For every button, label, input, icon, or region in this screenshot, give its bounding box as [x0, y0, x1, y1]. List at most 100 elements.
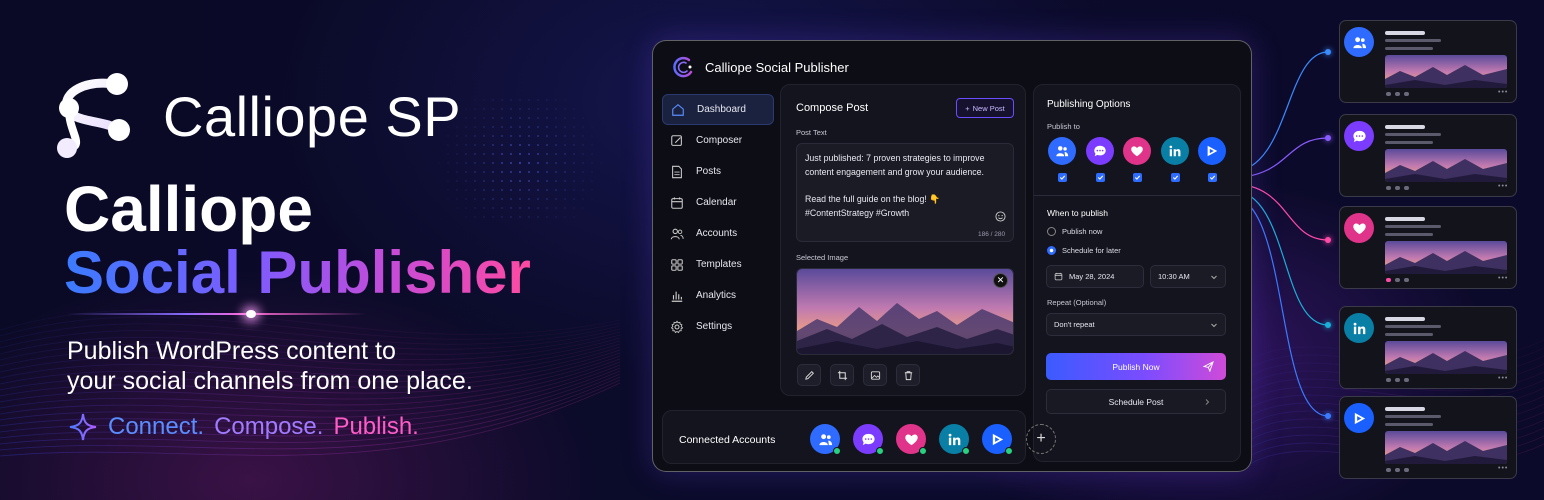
dot-pattern	[546, 198, 548, 200]
heart-icon	[1352, 222, 1366, 234]
connected-account-linkedin[interactable]	[939, 424, 970, 455]
network-toggle-linkedin[interactable]	[1160, 137, 1189, 165]
network-toggle-groups[interactable]	[1048, 137, 1076, 165]
calendar-icon	[1054, 272, 1063, 281]
dot-pattern	[510, 108, 512, 110]
schedule-post-button[interactable]: Schedule Post	[1046, 389, 1226, 414]
dot-pattern	[528, 198, 530, 200]
dot-pattern	[492, 135, 494, 137]
sidebar-item-analytics[interactable]: Analytics	[662, 280, 774, 311]
network-checkbox-groups[interactable]	[1058, 173, 1067, 182]
preview-card-text-line	[1385, 217, 1425, 221]
chevron-down-icon	[1211, 323, 1217, 327]
crop-image-button[interactable]	[830, 364, 854, 386]
publish-now-radio[interactable]: Publish now	[1047, 227, 1102, 236]
slogan-publish: Publish.	[333, 413, 419, 440]
repeat-select[interactable]: Don't repeat	[1046, 313, 1226, 336]
selected-image[interactable]	[796, 268, 1014, 355]
sidebar-item-accounts[interactable]: Accounts	[662, 218, 774, 249]
preview-card-network-badge	[1344, 213, 1374, 243]
dot-pattern	[537, 162, 539, 164]
dot-pattern	[564, 99, 566, 101]
emoji-icon[interactable]	[995, 211, 1006, 222]
dot-pattern	[528, 99, 530, 101]
network-checkbox-messenger[interactable]	[1095, 173, 1105, 182]
post-text-line: Just published: 7 proven strategies to i…	[805, 153, 985, 163]
sidebar-item-calendar[interactable]: Calendar	[662, 187, 774, 218]
dot-pattern	[465, 162, 467, 164]
network-checkbox-favorites[interactable]	[1133, 173, 1142, 182]
sidebar-item-settings[interactable]: Settings	[662, 311, 774, 342]
dot-pattern	[582, 117, 584, 119]
network-checkbox-linkedin[interactable]	[1170, 173, 1180, 182]
reaction-icon	[1404, 186, 1409, 190]
grid-icon	[671, 258, 683, 271]
dot-pattern	[492, 126, 494, 128]
delete-image-button[interactable]	[896, 364, 920, 386]
preview-card-text-line	[1385, 325, 1441, 328]
publish-now-button[interactable]: Publish Now	[1046, 353, 1226, 380]
send-icon	[1203, 361, 1214, 372]
connected-account-play[interactable]	[982, 424, 1013, 455]
connected-account-heart[interactable]	[896, 424, 927, 455]
connector-node	[1325, 135, 1331, 141]
dot-pattern	[573, 117, 575, 119]
remove-image-button[interactable]: ✕	[993, 273, 1008, 288]
dot-pattern	[527, 161, 531, 165]
dot-pattern	[501, 162, 503, 164]
sidebar-item-composer[interactable]: Composer	[662, 125, 774, 156]
preview-card: •••	[1339, 20, 1517, 103]
connected-account-users[interactable]	[810, 424, 841, 455]
dot-pattern	[519, 99, 521, 101]
dot-pattern	[483, 180, 485, 182]
crop-icon	[837, 370, 847, 380]
network-toggle-video[interactable]	[1198, 137, 1226, 165]
dot-pattern	[492, 153, 494, 155]
network-checkbox-video[interactable]	[1208, 173, 1217, 182]
sidebar-item-posts[interactable]: Posts	[662, 156, 774, 187]
dot-pattern	[573, 180, 575, 182]
post-text-line: #ContentStrategy #Growth	[805, 208, 910, 218]
dot-pattern	[582, 126, 584, 128]
add-account-button[interactable]: +	[1026, 424, 1056, 454]
image-toolbar	[797, 364, 920, 386]
tagline-line1: Publish WordPress content to	[67, 337, 396, 365]
dot-pattern	[465, 189, 467, 191]
check-icon	[1097, 175, 1103, 180]
dot-pattern	[501, 171, 503, 173]
sidebar-item-label: Templates	[696, 259, 742, 270]
dot-pattern	[537, 153, 539, 155]
dot-pattern	[474, 144, 476, 146]
new-post-button[interactable]: + New Post	[956, 98, 1014, 118]
reaction-icon	[1386, 378, 1391, 382]
dot-pattern	[519, 216, 521, 218]
network-toggle-messenger[interactable]	[1085, 137, 1114, 165]
dot-pattern	[555, 189, 557, 191]
dot-pattern	[465, 180, 467, 182]
character-count: 186 / 280	[978, 231, 1006, 238]
preview-card-reactions	[1386, 468, 1409, 472]
replace-image-button[interactable]	[863, 364, 887, 386]
dot-pattern	[465, 171, 467, 173]
dot-pattern	[582, 171, 584, 173]
connected-account-chat-bubble[interactable]	[853, 424, 884, 455]
sidebar-item-dashboard[interactable]: Dashboard	[662, 94, 774, 125]
users-icon	[1352, 36, 1366, 48]
dot-pattern	[456, 171, 458, 173]
publish-now-button-label: Publish Now	[1112, 361, 1160, 372]
time-picker[interactable]: 10:30 AM	[1150, 265, 1226, 288]
date-picker[interactable]: May 28, 2024	[1046, 265, 1144, 288]
dot-pattern	[456, 180, 458, 182]
dot-pattern	[509, 161, 513, 165]
sidebar-item-templates[interactable]: Templates	[662, 249, 774, 280]
plus-icon: +	[965, 103, 970, 113]
sidebar-item-label: Posts	[696, 166, 722, 177]
dot-pattern	[483, 99, 485, 101]
preview-card-text-line	[1385, 233, 1433, 236]
dot-pattern	[492, 171, 494, 173]
dot-pattern	[483, 207, 485, 209]
schedule-later-radio[interactable]: Schedule for later	[1047, 246, 1121, 255]
post-text-input[interactable]: Just published: 7 proven strategies to i…	[796, 143, 1014, 242]
edit-image-button[interactable]	[797, 364, 821, 386]
network-toggle-favorites[interactable]	[1123, 137, 1151, 165]
